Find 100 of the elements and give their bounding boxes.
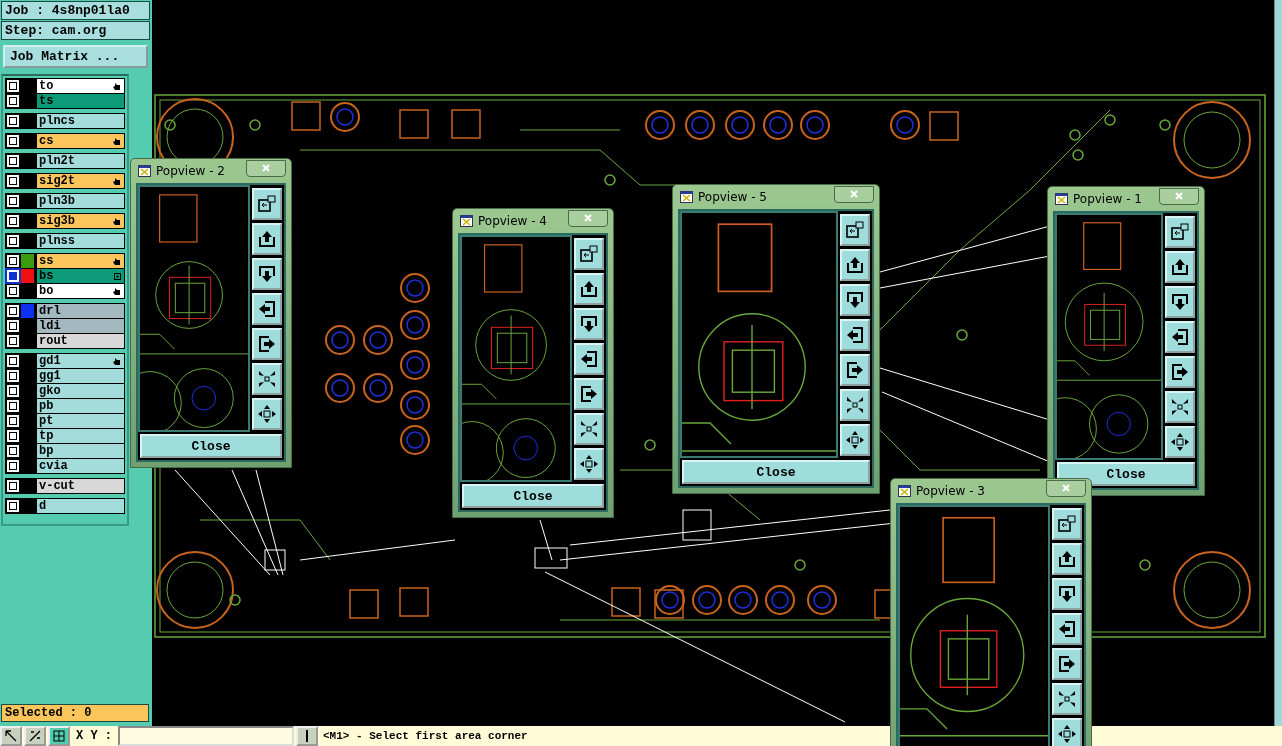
zoom-out-button[interactable]	[1052, 718, 1082, 746]
zoom-out-button[interactable]	[252, 398, 282, 430]
layer-checkbox[interactable]	[7, 320, 19, 332]
layer-name[interactable]: bp	[37, 444, 124, 458]
pan-left-button[interactable]	[252, 293, 282, 325]
layer-name[interactable]: pln2t	[37, 154, 124, 168]
xy-input-field[interactable]	[118, 726, 294, 746]
layer-checkbox[interactable]	[7, 370, 19, 382]
layer-name[interactable]: sig2t	[37, 174, 124, 188]
zoom-out-button[interactable]	[1165, 426, 1195, 458]
cursor-button[interactable]	[296, 726, 318, 746]
layer-name[interactable]: drl	[37, 304, 124, 318]
pan-up-button[interactable]	[1165, 251, 1195, 283]
layer-checkbox[interactable]	[7, 175, 19, 187]
layer-checkbox[interactable]	[7, 445, 19, 457]
pan-right-button[interactable]	[1165, 356, 1195, 388]
layer-name[interactable]: sig3b	[37, 214, 124, 228]
layer-name[interactable]: pln3b	[37, 194, 124, 208]
layer-checkbox[interactable]	[7, 95, 19, 107]
layer-name[interactable]: gd1	[37, 354, 124, 368]
pan-right-button[interactable]	[1052, 648, 1082, 680]
pan-left-button[interactable]	[1052, 613, 1082, 645]
layer-name[interactable]: gg1	[37, 369, 124, 383]
pan-up-button[interactable]	[252, 223, 282, 255]
layer-name[interactable]: bo	[37, 284, 124, 298]
layer-name[interactable]: plnss	[37, 234, 124, 248]
zoom-out-button[interactable]	[840, 424, 870, 456]
layer-name[interactable]: pb	[37, 399, 124, 413]
zoom-window-button[interactable]	[840, 214, 870, 246]
layer-checkbox[interactable]	[7, 135, 19, 147]
zoom-window-button[interactable]	[1165, 216, 1195, 248]
layer-checkbox[interactable]	[7, 480, 19, 492]
layer-checkbox[interactable]	[7, 385, 19, 397]
layer-name[interactable]: ss	[37, 254, 124, 268]
close-button[interactable]	[1046, 479, 1086, 497]
pan-up-button[interactable]	[574, 273, 604, 305]
layer-checkbox[interactable]	[7, 285, 19, 297]
layer-checkbox[interactable]	[7, 255, 19, 267]
close-popview-button[interactable]: Close	[1057, 462, 1195, 486]
zoom-in-button[interactable]	[840, 389, 870, 421]
close-button[interactable]	[834, 185, 874, 203]
layer-checkbox[interactable]	[7, 195, 19, 207]
layer-name[interactable]: plncs	[37, 114, 124, 128]
pan-down-button[interactable]	[252, 258, 282, 290]
layer-checkbox[interactable]	[7, 500, 19, 512]
zoom-in-button[interactable]	[252, 363, 282, 395]
layer-name[interactable]: cs	[37, 134, 124, 148]
layer-checkbox[interactable]	[7, 305, 19, 317]
snap-tool-button[interactable]	[24, 726, 46, 746]
close-popview-button[interactable]: Close	[682, 460, 870, 484]
job-matrix-button[interactable]: Job Matrix ...	[3, 45, 148, 68]
zoom-window-button[interactable]	[252, 188, 282, 220]
zoom-out-button[interactable]	[574, 448, 604, 480]
layer-checkbox[interactable]	[7, 355, 19, 367]
layer-name[interactable]: gko	[37, 384, 124, 398]
layer-name[interactable]: pt	[37, 414, 124, 428]
layer-checkbox[interactable]	[7, 415, 19, 427]
layer-checkbox[interactable]	[7, 430, 19, 442]
layer-name[interactable]: v-cut	[37, 479, 124, 493]
layer-name[interactable]: bs	[37, 269, 124, 283]
layer-name[interactable]: ldi	[37, 319, 124, 333]
pan-down-button[interactable]	[574, 308, 604, 340]
zoom-in-button[interactable]	[1052, 683, 1082, 715]
pan-down-button[interactable]	[1052, 578, 1082, 610]
layer-checkbox[interactable]	[7, 155, 19, 167]
zoom-window-button[interactable]	[1052, 508, 1082, 540]
close-button[interactable]	[568, 209, 608, 227]
close-button[interactable]	[1159, 187, 1199, 205]
pan-right-button[interactable]	[840, 354, 870, 386]
pan-right-button[interactable]	[574, 378, 604, 410]
pan-left-button[interactable]	[1165, 321, 1195, 353]
layer-name[interactable]: to	[37, 79, 124, 93]
pan-down-button[interactable]	[840, 284, 870, 316]
layer-checkbox[interactable]	[7, 115, 19, 127]
pan-left-button[interactable]	[840, 319, 870, 351]
pan-down-button[interactable]	[1165, 286, 1195, 318]
layer-checkbox[interactable]	[7, 270, 19, 282]
layer-checkbox[interactable]	[7, 335, 19, 347]
layer-name[interactable]: tp	[37, 429, 124, 443]
zoom-in-button[interactable]	[574, 413, 604, 445]
layer-name[interactable]: ts	[37, 94, 124, 108]
layer-checkbox[interactable]	[7, 460, 19, 472]
close-popview-button[interactable]: Close	[462, 484, 604, 508]
layer-checkbox[interactable]	[7, 215, 19, 227]
select-tool-button[interactable]	[0, 726, 22, 746]
layer-checkbox[interactable]	[7, 400, 19, 412]
pan-up-button[interactable]	[840, 249, 870, 281]
grid-tool-button[interactable]	[48, 726, 70, 746]
close-button[interactable]	[246, 159, 286, 177]
zoom-window-button[interactable]	[574, 238, 604, 270]
layer-checkbox[interactable]	[7, 235, 19, 247]
layer-checkbox[interactable]	[7, 80, 19, 92]
layer-name[interactable]: cvia	[37, 459, 124, 473]
pan-up-button[interactable]	[1052, 543, 1082, 575]
pan-left-button[interactable]	[574, 343, 604, 375]
layer-name[interactable]: d	[37, 499, 124, 513]
pan-right-button[interactable]	[252, 328, 282, 360]
zoom-in-button[interactable]	[1165, 391, 1195, 423]
layer-name[interactable]: rout	[37, 334, 124, 348]
close-popview-button[interactable]: Close	[140, 434, 282, 458]
